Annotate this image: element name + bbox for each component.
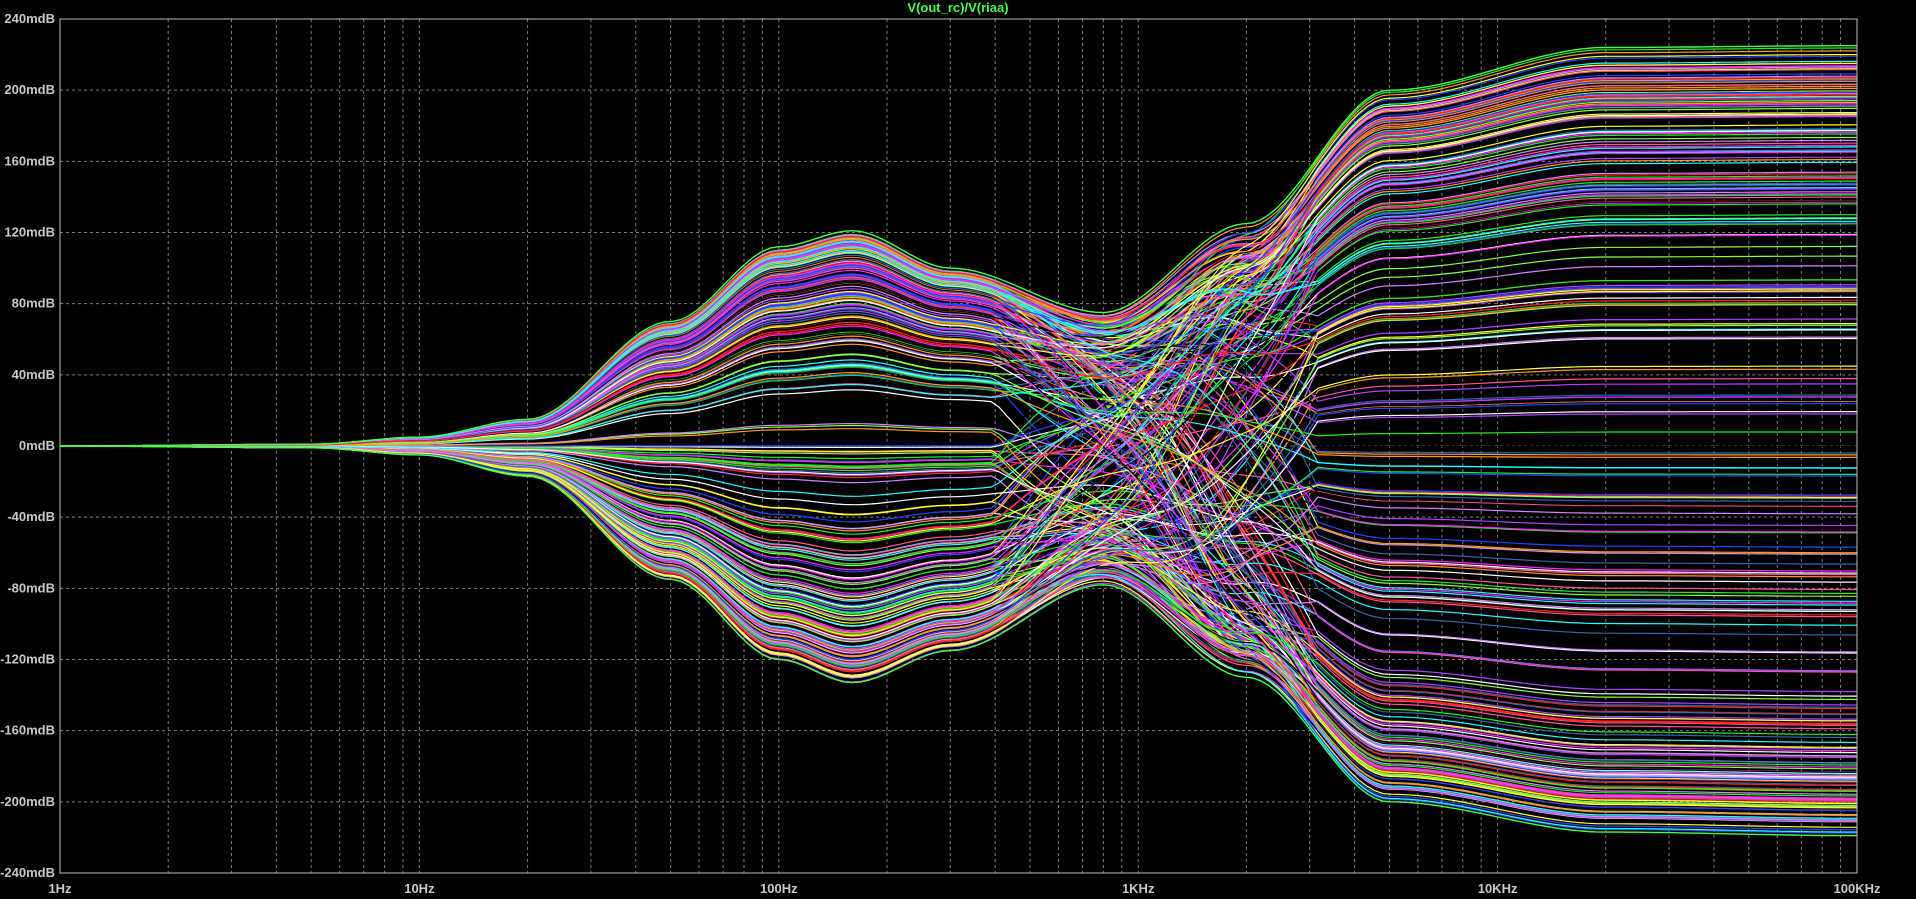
y-tick-label: -40mdB (7, 509, 55, 524)
x-tick-label: 100KHz (1834, 881, 1881, 896)
x-tick-label: 1KHz (1122, 881, 1155, 896)
y-tick-label: 200mdB (4, 82, 55, 97)
y-tick-label: -160mdB (0, 723, 55, 738)
x-tick-label: 100Hz (760, 881, 798, 896)
y-tick-label: 160mdB (4, 153, 55, 168)
y-tick-label: -80mdB (7, 580, 55, 595)
y-tick-label: 120mdB (4, 225, 55, 240)
x-tick-label: 1Hz (48, 881, 72, 896)
y-tick-label: 40mdB (12, 367, 55, 382)
y-tick-label: -200mdB (0, 794, 55, 809)
y-tick-label: 80mdB (12, 296, 55, 311)
x-tick-label: 10KHz (1478, 881, 1518, 896)
y-tick-label: 0mdB (19, 438, 55, 453)
y-tick-label: 240mdB (4, 11, 55, 26)
plot-area[interactable]: 240mdB 200mdB 160mdB 120mdB 80mdB 40mdB 0mdB -4… (0, 0, 1916, 899)
y-tick-label: -240mdB (0, 865, 55, 880)
y-tick-label: -120mdB (0, 652, 55, 667)
x-tick-label: 10Hz (404, 881, 435, 896)
trace-title[interactable]: V(out_rc)/V(riaa) (907, 0, 1008, 15)
